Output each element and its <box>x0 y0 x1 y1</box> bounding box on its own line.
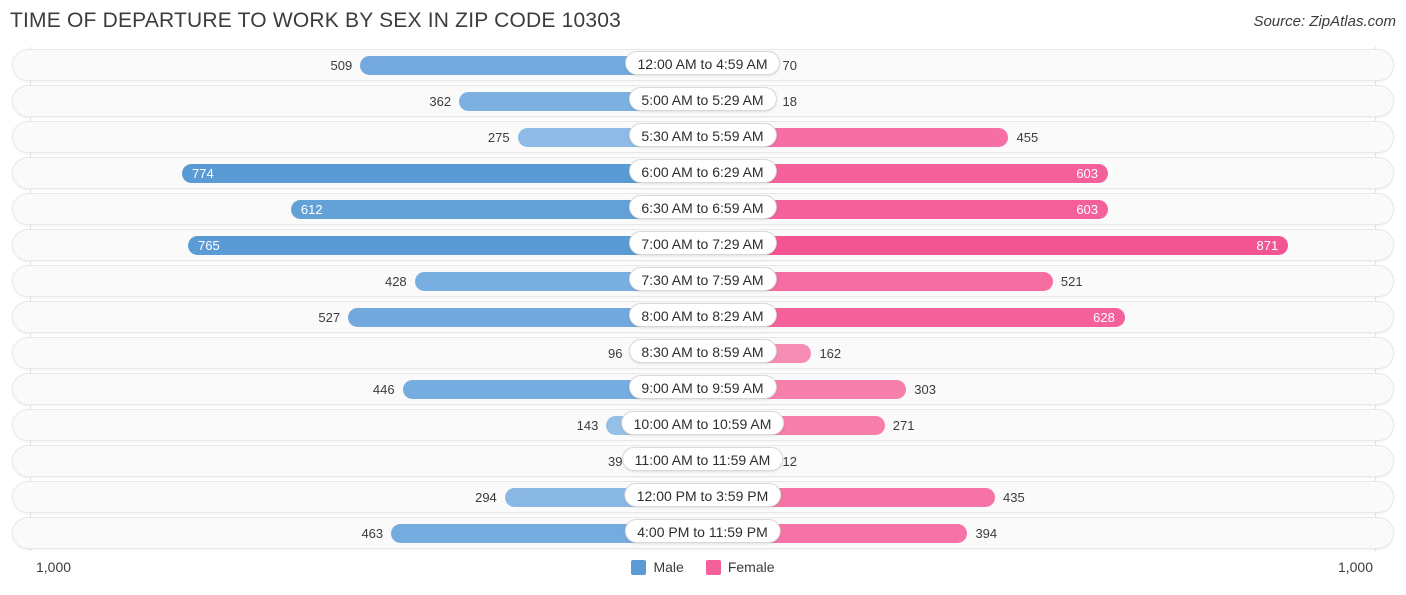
table-row[interactable]: 446 303 9:00 AM to 9:59 AM <box>0 371 1406 407</box>
category-label: 10:00 AM to 10:59 AM <box>620 411 785 435</box>
bar-value-male: 527 <box>318 310 341 325</box>
bar-rows: 509 70 12:00 AM to 4:59 AM 362 18 5:00 AM to … <box>0 47 1406 551</box>
bar-value-female: 603 <box>1076 166 1099 181</box>
row-bars: 774 603 6:00 AM to 6:29 AM <box>0 155 1406 191</box>
category-label: 5:30 AM to 5:59 AM <box>628 123 777 147</box>
legend-item-male[interactable]: Male <box>631 559 684 575</box>
chart-container: TIME OF DEPARTURE TO WORK BY SEX IN ZIP … <box>0 0 1406 595</box>
category-label: 12:00 PM to 3:59 PM <box>623 483 782 507</box>
table-row[interactable]: 463 394 4:00 PM to 11:59 PM <box>0 515 1406 551</box>
table-row[interactable]: 527 628 8:00 AM to 8:29 AM <box>0 299 1406 335</box>
row-bars: 428 521 7:30 AM to 7:59 AM <box>0 263 1406 299</box>
category-label: 11:00 AM to 11:59 AM <box>621 447 784 471</box>
bar-value-female: 394 <box>975 526 998 541</box>
bar-value-female: 18 <box>782 94 797 109</box>
bar-value-male: 362 <box>429 94 452 109</box>
bar-value-male: 428 <box>384 274 407 289</box>
row-bars: 446 303 9:00 AM to 9:59 AM <box>0 371 1406 407</box>
bar-value-female: 628 <box>1093 310 1115 325</box>
legend-item-female[interactable]: Female <box>705 559 775 575</box>
bar-female[interactable]: 871 <box>702 236 1289 255</box>
category-label: 8:00 AM to 8:29 AM <box>628 303 777 327</box>
category-label: 6:00 AM to 6:29 AM <box>628 159 777 183</box>
category-label: 9:00 AM to 9:59 AM <box>628 375 777 399</box>
bar-value-male: 294 <box>475 490 497 505</box>
table-row[interactable]: 294 435 12:00 PM to 3:59 PM <box>0 479 1406 515</box>
bar-value-male: 275 <box>487 130 510 145</box>
row-bars: 96 162 8:30 AM to 8:59 AM <box>0 335 1406 371</box>
bar-value-female: 70 <box>782 58 797 73</box>
bar-value-female: 603 <box>1076 202 1099 217</box>
table-row[interactable]: 774 603 6:00 AM to 6:29 AM <box>0 155 1406 191</box>
table-row[interactable]: 275 455 5:30 AM to 5:59 AM <box>0 119 1406 155</box>
bar-value-male: 774 <box>191 166 214 181</box>
row-bars: 509 70 12:00 AM to 4:59 AM <box>0 47 1406 83</box>
row-bars: 143 271 10:00 AM to 10:59 AM <box>0 407 1406 443</box>
bar-value-female: 303 <box>914 382 936 397</box>
table-row[interactable]: 96 162 8:30 AM to 8:59 AM <box>0 335 1406 371</box>
source-attribution: Source: ZipAtlas.com <box>1253 13 1396 30</box>
chart-header: TIME OF DEPARTURE TO WORK BY SEX IN ZIP … <box>0 0 1406 45</box>
legend: Male Female <box>0 559 1406 575</box>
bar-value-male: 612 <box>300 202 323 217</box>
bar-male[interactable]: 774 <box>181 164 703 183</box>
table-row[interactable]: 428 521 7:30 AM to 7:59 AM <box>0 263 1406 299</box>
legend-label: Female <box>727 559 775 575</box>
bar-value-male: 463 <box>361 526 384 541</box>
row-bars: 275 455 5:30 AM to 5:59 AM <box>0 119 1406 155</box>
table-row[interactable]: 765 871 7:00 AM to 7:29 AM <box>0 227 1406 263</box>
legend-swatch-icon <box>631 559 647 575</box>
row-bars: 362 18 5:00 AM to 5:29 AM <box>0 83 1406 119</box>
row-bars: 765 871 7:00 AM to 7:29 AM <box>0 227 1406 263</box>
plot-area: 509 70 12:00 AM to 4:59 AM 362 18 5:00 AM to … <box>0 47 1406 551</box>
bar-value-female: 12 <box>782 454 797 469</box>
bar-value-female: 271 <box>892 418 915 433</box>
row-bars: 463 394 4:00 PM to 11:59 PM <box>0 515 1406 551</box>
category-label: 7:30 AM to 7:59 AM <box>628 267 777 291</box>
table-row[interactable]: 143 271 10:00 AM to 10:59 AM <box>0 407 1406 443</box>
bar-value-male: 446 <box>372 382 395 397</box>
row-bars: 527 628 8:00 AM to 8:29 AM <box>0 299 1406 335</box>
chart-footer: 1,000 1,000 Male Female <box>0 553 1406 595</box>
bar-value-female: 521 <box>1060 274 1083 289</box>
table-row[interactable]: 509 70 12:00 AM to 4:59 AM <box>0 47 1406 83</box>
legend-swatch-icon <box>705 559 721 575</box>
legend-label: Male <box>653 559 684 575</box>
bar-value-male: 765 <box>198 238 220 253</box>
row-bars: 294 435 12:00 PM to 3:59 PM <box>0 479 1406 515</box>
bar-male[interactable]: 765 <box>188 236 703 255</box>
bar-value-female: 871 <box>1256 238 1279 253</box>
bar-value-female: 162 <box>819 346 842 361</box>
category-label: 12:00 AM to 4:59 AM <box>624 51 781 75</box>
bar-value-female: 435 <box>1003 490 1025 505</box>
category-label: 8:30 AM to 8:59 AM <box>628 339 777 363</box>
category-label: 6:30 AM to 6:59 AM <box>628 195 777 219</box>
category-label: 5:00 AM to 5:29 AM <box>628 87 777 111</box>
category-label: 4:00 PM to 11:59 PM <box>624 519 781 543</box>
table-row[interactable]: 612 603 6:30 AM to 6:59 AM <box>0 191 1406 227</box>
row-bars: 39 12 11:00 AM to 11:59 AM <box>0 443 1406 479</box>
bar-value-male: 39 <box>608 454 623 469</box>
bar-value-male: 96 <box>608 346 623 361</box>
table-row[interactable]: 39 12 11:00 AM to 11:59 AM <box>0 443 1406 479</box>
table-row[interactable]: 362 18 5:00 AM to 5:29 AM <box>0 83 1406 119</box>
bar-value-male: 509 <box>330 58 353 73</box>
bar-value-male: 143 <box>576 418 599 433</box>
row-bars: 612 603 6:30 AM to 6:59 AM <box>0 191 1406 227</box>
bar-value-female: 455 <box>1016 130 1039 145</box>
category-label: 7:00 AM to 7:29 AM <box>628 231 777 255</box>
page-title: TIME OF DEPARTURE TO WORK BY SEX IN ZIP … <box>10 9 621 32</box>
